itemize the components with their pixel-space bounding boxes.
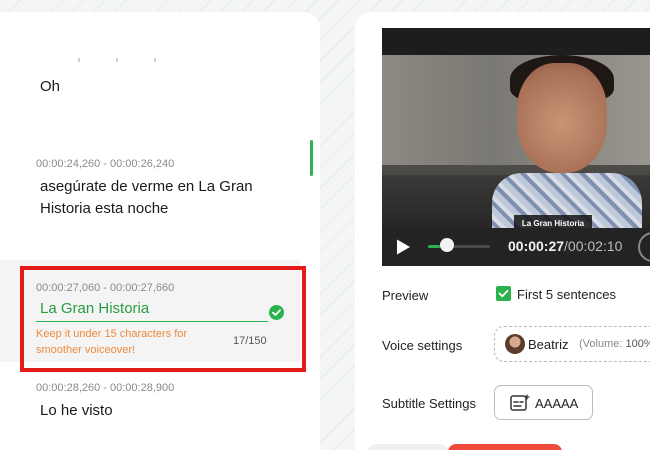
subtitle-item[interactable]: Oh bbox=[0, 76, 310, 98]
subtitle-item[interactable]: 00:00:24,260 - 00:00:26,240 asegúrate de… bbox=[0, 158, 310, 220]
video-caption: La Gran Historia bbox=[521, 219, 585, 228]
subtitle-timestamp: 00:00:24,260 - 00:00:26,240 bbox=[36, 158, 175, 170]
subtitle-text-line: Historia esta noche bbox=[40, 200, 169, 217]
play-icon[interactable] bbox=[394, 238, 412, 256]
voice-volume-value: 100%) bbox=[625, 338, 650, 350]
time-display: 00:00:27/00:02:10 bbox=[508, 238, 622, 254]
progress-bar[interactable] bbox=[428, 245, 490, 248]
voice-avatar bbox=[505, 334, 525, 354]
subtitle-style-button[interactable]: AAAAA bbox=[494, 385, 593, 420]
video-subject-face bbox=[517, 63, 607, 173]
progress-handle[interactable] bbox=[440, 238, 454, 252]
voice-volume-prefix: (Volume: bbox=[579, 338, 626, 350]
duration: /00:02:10 bbox=[564, 238, 623, 254]
list-fade-divider bbox=[78, 58, 168, 62]
subtitle-text: Oh bbox=[40, 78, 61, 95]
preview-label: Preview bbox=[382, 288, 429, 303]
primary-action-button[interactable] bbox=[448, 444, 562, 450]
highlight-box bbox=[20, 266, 306, 372]
subtitle-item[interactable]: 00:00:28,260 - 00:00:28,900 Lo he visto bbox=[0, 382, 310, 422]
player-controls: 00:00:27/00:02:10 bbox=[382, 228, 650, 266]
voice-volume: (Volume: 100%) bbox=[579, 338, 650, 350]
voice-name: Beatriz bbox=[528, 337, 569, 352]
video-frame: La Gran Historia bbox=[382, 55, 650, 250]
video-player[interactable]: La Gran Historia 00:00:27/00:02:10 bbox=[382, 28, 650, 266]
voice-settings-label: Voice settings bbox=[382, 338, 463, 353]
preview-checkbox[interactable] bbox=[496, 286, 511, 301]
preview-checkbox-label[interactable]: First 5 sentences bbox=[517, 287, 616, 302]
subtitle-settings-label: Subtitle Settings bbox=[382, 396, 476, 411]
subtitle-style-label: AAAAA bbox=[535, 396, 579, 411]
subtitle-timestamp: 00:00:28,260 - 00:00:28,900 bbox=[36, 382, 175, 394]
subtitle-text: Lo he visto bbox=[40, 402, 113, 419]
fullscreen-button[interactable] bbox=[638, 232, 650, 262]
progress-fill bbox=[428, 245, 441, 248]
subtitle-text-line: asegúrate de verme en La Gran bbox=[40, 178, 253, 195]
current-time: 00:00:27 bbox=[508, 238, 565, 254]
subtitle-style-icon bbox=[510, 394, 530, 412]
voice-selector[interactable]: Beatriz (Volume: 100%) bbox=[494, 326, 650, 362]
secondary-action-button[interactable] bbox=[368, 444, 448, 450]
scrollbar-thumb[interactable] bbox=[310, 140, 313, 176]
